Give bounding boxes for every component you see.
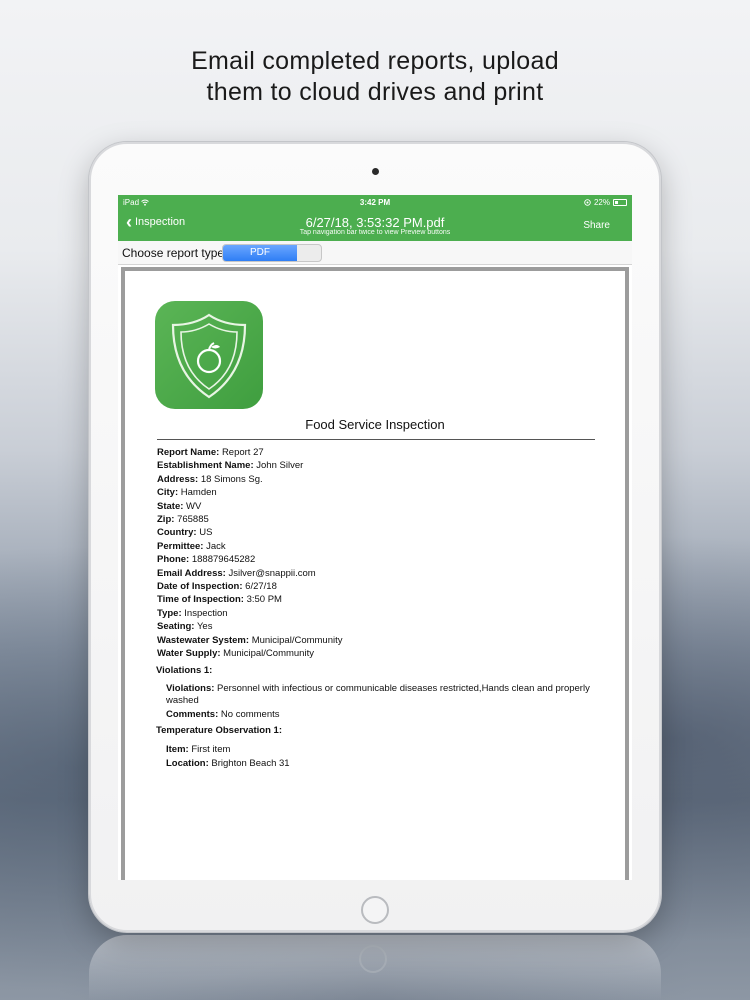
shield-apple-icon [171,313,247,399]
ipad-screen: iPad 3:42 PM 22% ‹ Inspection 6/27/18, 3… [118,195,632,880]
camera [372,168,379,175]
nav-title: 6/27/18, 3:53:32 PM.pdf [305,215,445,230]
status-time: 3:42 PM [359,198,391,207]
field-email: Email Address: Jsilver@snappii.com [157,567,316,579]
temperature-location: Location: Brighton Beach 31 [166,757,290,769]
field-city: City: Hamden [157,487,217,499]
violations-heading: Violations 1: [156,665,213,676]
battery-percent: 22% [593,198,610,207]
field-report-name: Report Name: Report 27 [157,447,264,458]
reflection-home-button [359,945,387,973]
field-type: Type: Inspection [157,607,228,619]
app-logo [155,301,263,409]
headline: Email completed reports, upload them to … [0,46,750,108]
temperature-item: Item: First item [166,744,231,755]
field-address: Address: 18 Simons Sg. [157,473,263,485]
field-wastewater-system: Wastewater System: Municipal/Community [157,634,343,646]
share-button[interactable]: Share [583,220,610,231]
field-seating: Seating: Yes [157,621,213,633]
title-divider [157,439,595,440]
temperature-heading: Temperature Observation 1: [156,725,283,736]
field-time-of-inspection: Time of Inspection: 3:50 PM [157,594,282,606]
field-zip: Zip: 765885 [157,514,209,526]
headline-line-1: Email completed reports, upload [191,47,559,75]
violations-comments: Comments: No comments [166,709,280,720]
report-type-label: Choose report type [122,246,225,260]
field-state: State: WV [157,500,202,512]
report-type-segmented-control[interactable]: PDF [222,244,322,262]
field-water-supply: Water Supply: Municipal/Community [157,648,314,660]
violations-list: Violations: Personnel with infectious or… [166,683,596,721]
field-country: Country: US [157,527,213,539]
field-establishment-name: Establishment Name: John Silver [157,460,304,472]
field-date-of-inspection: Date of Inspection: 6/27/18 [157,581,277,593]
navigation-bar[interactable]: iPad 3:42 PM 22% ‹ Inspection 6/27/18, 3… [118,195,632,241]
field-phone: Phone: 188879645282 [157,554,256,566]
report-type-row: Choose report type PDF [118,241,632,265]
temperature-list: Item: First item Location: Brighton Beac… [166,743,596,770]
document-page: Food Service Inspection Report Name: Rep… [125,271,625,880]
nav-subtitle: Tap navigation bar twice to view Preview… [299,229,451,236]
location-icon [584,199,591,206]
battery-icon [613,199,627,206]
document-title: Food Service Inspection [305,417,445,432]
headline-line-2: them to cloud drives and print [206,78,544,106]
violations-detail: Violations: Personnel with infectious or… [166,683,590,706]
home-button[interactable] [361,896,389,924]
report-fields: Report Name: Report 27 Establishment Nam… [157,446,597,661]
document-viewer[interactable]: Food Service Inspection Report Name: Rep… [121,267,629,880]
status-right: 22% [584,198,627,207]
field-permittee: Permittee: Jack [157,540,226,552]
segment-pdf[interactable]: PDF [223,245,297,261]
